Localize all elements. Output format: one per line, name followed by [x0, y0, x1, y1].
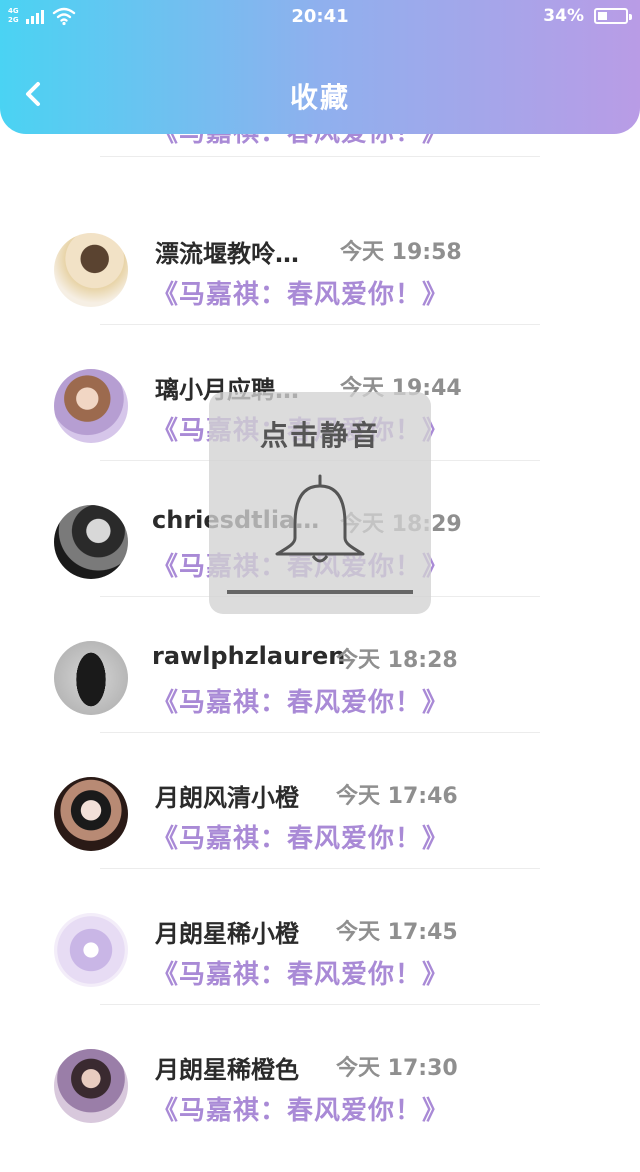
- list-item-name: 月朗星稀小橙: [155, 920, 299, 948]
- list-item-time: 今天 17:30: [336, 1056, 458, 1081]
- list-item-time: 今天 19:58: [340, 240, 462, 265]
- list-item[interactable]: 月朗星稀小橙 今天 17:45 《马嘉祺：春风爱你！》: [0, 900, 640, 1036]
- avatar: [54, 1049, 128, 1123]
- divider: [100, 1004, 540, 1005]
- divider: [100, 868, 540, 869]
- list-item[interactable]: 漂流堰教呤… 今天 19:58 《马嘉祺：春风爱你！》: [0, 220, 640, 356]
- list-item-subtitle: 《马嘉祺：春风爱你！》: [152, 688, 450, 718]
- avatar: [54, 641, 128, 715]
- divider: [100, 324, 540, 325]
- status-bar: 4G 2G 20:41 34%: [0, 0, 640, 34]
- divider: [100, 156, 540, 157]
- list-item-subtitle: 《马嘉祺：春风爱你！》: [152, 960, 450, 990]
- list-item-subtitle: 《马嘉祺：春风爱你！》: [152, 824, 450, 854]
- list-item-time: 今天 17:45: [336, 920, 458, 945]
- page-title: 收藏: [289, 81, 350, 114]
- bell-icon: [275, 474, 365, 563]
- list-item-name: 漂流堰教呤…: [155, 240, 299, 268]
- list-item-time: 今天 18:28: [336, 648, 458, 673]
- list-item-subtitle: 《马嘉祺：春风爱你！》: [152, 280, 450, 310]
- battery-percentage: 34%: [543, 6, 584, 26]
- volume-line: [227, 590, 413, 594]
- avatar: [54, 233, 128, 307]
- toast-text: 点击静音: [259, 419, 380, 452]
- battery-icon: [594, 8, 632, 24]
- list-item-time: 今天 17:46: [336, 784, 458, 809]
- avatar: [54, 505, 128, 579]
- divider: [100, 732, 540, 733]
- list-item-name: rawlphzlauren: [152, 642, 346, 670]
- avatar: [54, 369, 128, 443]
- list-item[interactable]: 月朗星稀橙色 今天 17:30 《马嘉祺：春风爱你！》: [0, 1036, 640, 1172]
- mute-toast[interactable]: 点击静音: [209, 392, 431, 614]
- avatar: [54, 913, 128, 987]
- list-item-name: 月朗风清小橙: [155, 784, 299, 812]
- avatar: [54, 777, 128, 851]
- list-item-subtitle: 《马嘉祺：春风爱你！》: [152, 1096, 450, 1126]
- list-item[interactable]: rawlphzlauren 今天 18:28 《马嘉祺：春风爱你！》: [0, 628, 640, 764]
- list-item-name: 月朗星稀橙色: [155, 1056, 299, 1084]
- list-item[interactable]: 月朗风清小橙 今天 17:46 《马嘉祺：春风爱你！》: [0, 764, 640, 900]
- app-header: 4G 2G 20:41 34% 收藏: [0, 0, 640, 134]
